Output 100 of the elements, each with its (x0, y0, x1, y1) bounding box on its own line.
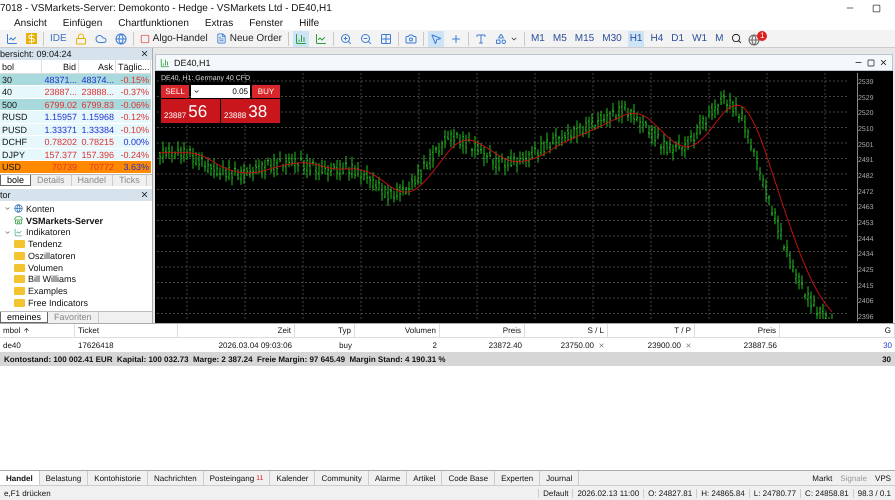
folder-icon (14, 299, 25, 308)
folder-icon (14, 264, 25, 272)
buy-price-button[interactable]: 23888 38 (221, 99, 280, 123)
sell-button[interactable]: SELL (161, 85, 189, 98)
timeframe-button[interactable]: M (713, 30, 726, 46)
timeframe-button[interactable]: M15 (572, 30, 596, 46)
folder-icon (14, 252, 25, 260)
column-header[interactable]: Täglic... (116, 60, 151, 74)
table-cell-text: de40 (2, 340, 22, 352)
ask-cell: 1.33384 (79, 124, 116, 136)
column-header[interactable]: Bid (42, 60, 79, 74)
close-icon[interactable] (140, 190, 149, 200)
account-summary: Kontostand: 100 002.41 EUR Kapital: 100 032.73 Marge: 2 387.24 Freie Margin: 97 645.49 Margin Stand: 4 190.31 % (4, 354, 446, 364)
change-cell: -0.06% (116, 98, 151, 112)
table-cell: 23750.00 (560, 340, 594, 350)
symbol-cell[interactable]: PUSD (0, 124, 42, 136)
bid-cell: 1.15957 (42, 111, 79, 124)
toolbox-tab[interactable]: Handel (0, 471, 40, 485)
change-cell: 3.63% (116, 161, 151, 174)
document-icon (216, 33, 227, 44)
tree-item[interactable]: Bill Williams (28, 274, 76, 284)
maximize-icon[interactable] (867, 58, 875, 66)
toolbox-link[interactable]: VPS (874, 474, 891, 482)
ask-cell: 0.78215 (79, 136, 116, 149)
table-cell: 23900.00 (648, 340, 681, 350)
menu-item[interactable]: Chartfunktionen (118, 18, 189, 28)
status-text: 2026.02.13 11:00 (572, 488, 644, 498)
status-text: L: 24780.77 (748, 488, 800, 498)
table-cell-text: 2 (432, 340, 438, 352)
column-header[interactable]: bol (0, 60, 42, 74)
menu-item[interactable]: Einfügen (62, 18, 102, 28)
status-text: H: 24865.84 (696, 488, 749, 498)
close-icon[interactable] (140, 49, 149, 58)
symbol-cell[interactable]: DCHF (0, 136, 42, 149)
timeframe-button[interactable]: M30 (600, 30, 624, 46)
bar-chart-icon[interactable] (292, 30, 309, 46)
lot-size-field[interactable]: 0.05 (191, 85, 250, 98)
timeframe-button[interactable]: H4 (648, 30, 666, 46)
panel-tab[interactable]: bole (0, 174, 32, 186)
timeframe-button[interactable]: D1 (669, 30, 686, 46)
timeframe-button[interactable]: M1 (528, 30, 547, 46)
menu-item[interactable]: Ansicht (14, 18, 47, 28)
tree-item[interactable]: Konten (26, 204, 55, 214)
buy-button[interactable]: BUY (252, 85, 280, 98)
bid-cell: 1.33371 (42, 124, 79, 136)
dollar-icon[interactable] (24, 30, 39, 46)
cursor-icon[interactable] (428, 30, 444, 46)
dropdown-icon[interactable] (193, 88, 200, 95)
tree-item[interactable]: Volumen (28, 262, 64, 273)
table-cell-text: 23872.40 (488, 340, 523, 352)
timeframe-button[interactable]: W1 (690, 30, 710, 46)
panel-title: bersicht: 09:04:24 (0, 48, 72, 59)
square-icon (140, 34, 150, 44)
menu-item[interactable]: Extras (204, 18, 234, 28)
table-cell-text: 23887.56 (742, 340, 778, 352)
globe-icon[interactable] (112, 30, 129, 46)
bid-cell: 23887... (42, 86, 79, 99)
profit-cell-text: 30 (882, 340, 893, 352)
tree-item[interactable]: Indikatoren (26, 227, 71, 238)
tree-item[interactable]: Oszillatoren (28, 250, 76, 261)
new-order-button[interactable]: Neue Order (214, 30, 284, 46)
total-profit: 30 (882, 354, 891, 364)
symbol-cell[interactable]: USD (0, 161, 42, 174)
bid-cell: 157.377 (42, 148, 79, 162)
tree-item[interactable]: Free Indicators (28, 298, 88, 308)
tree-item[interactable]: VSMarkets-Server (26, 216, 104, 226)
table-cell-text: 2026.03.04 09:03:06 (218, 340, 293, 352)
panel-title: tor (0, 190, 11, 200)
notification-badge: 1 (756, 31, 768, 41)
change-cell: -0.15% (116, 74, 151, 86)
sell-price-button[interactable]: 23887 56 (161, 99, 220, 123)
column-header[interactable]: Ask (79, 60, 116, 74)
panel-tab[interactable]: emeines (0, 312, 48, 323)
symbol-cell[interactable]: DJPY (0, 148, 42, 162)
status-text: O: 24827.81 (643, 488, 696, 498)
bid-cell: 70739 (42, 161, 79, 174)
change-cell: -0.10% (116, 124, 151, 136)
symbol-cell[interactable]: 500 (0, 98, 42, 112)
sort-icon (23, 327, 30, 334)
ask-cell: 157.396 (79, 148, 116, 162)
toolbox-link[interactable]: Markt (812, 474, 832, 482)
ide-button[interactable]: IDE (48, 30, 69, 46)
symbol-cell[interactable]: 40 (0, 86, 42, 99)
symbol-cell[interactable]: RUSD (0, 111, 42, 124)
symbol-cell[interactable]: 30 (0, 74, 42, 86)
close-icon[interactable] (879, 58, 888, 67)
menu-item[interactable]: Hilfe (299, 18, 320, 28)
algo-trading-button[interactable]: Algo-Handel (138, 30, 210, 46)
tree-item[interactable]: Tendenz (28, 239, 62, 250)
bid-cell: 0.78202 (42, 136, 79, 149)
ask-cell: 70772 (79, 161, 116, 174)
expand-toggle-icon[interactable] (4, 205, 11, 212)
status-text: Default (538, 488, 572, 498)
timeframe-button[interactable]: H1 (628, 30, 644, 46)
menu-item[interactable]: Fenster (249, 18, 284, 28)
tree-item[interactable]: Examples (28, 286, 68, 296)
timeframe-button[interactable]: M5 (550, 30, 569, 46)
table-cell-text: buy (338, 340, 353, 352)
expand-toggle-icon[interactable] (4, 228, 11, 236)
change-cell: -0.37% (116, 86, 151, 99)
